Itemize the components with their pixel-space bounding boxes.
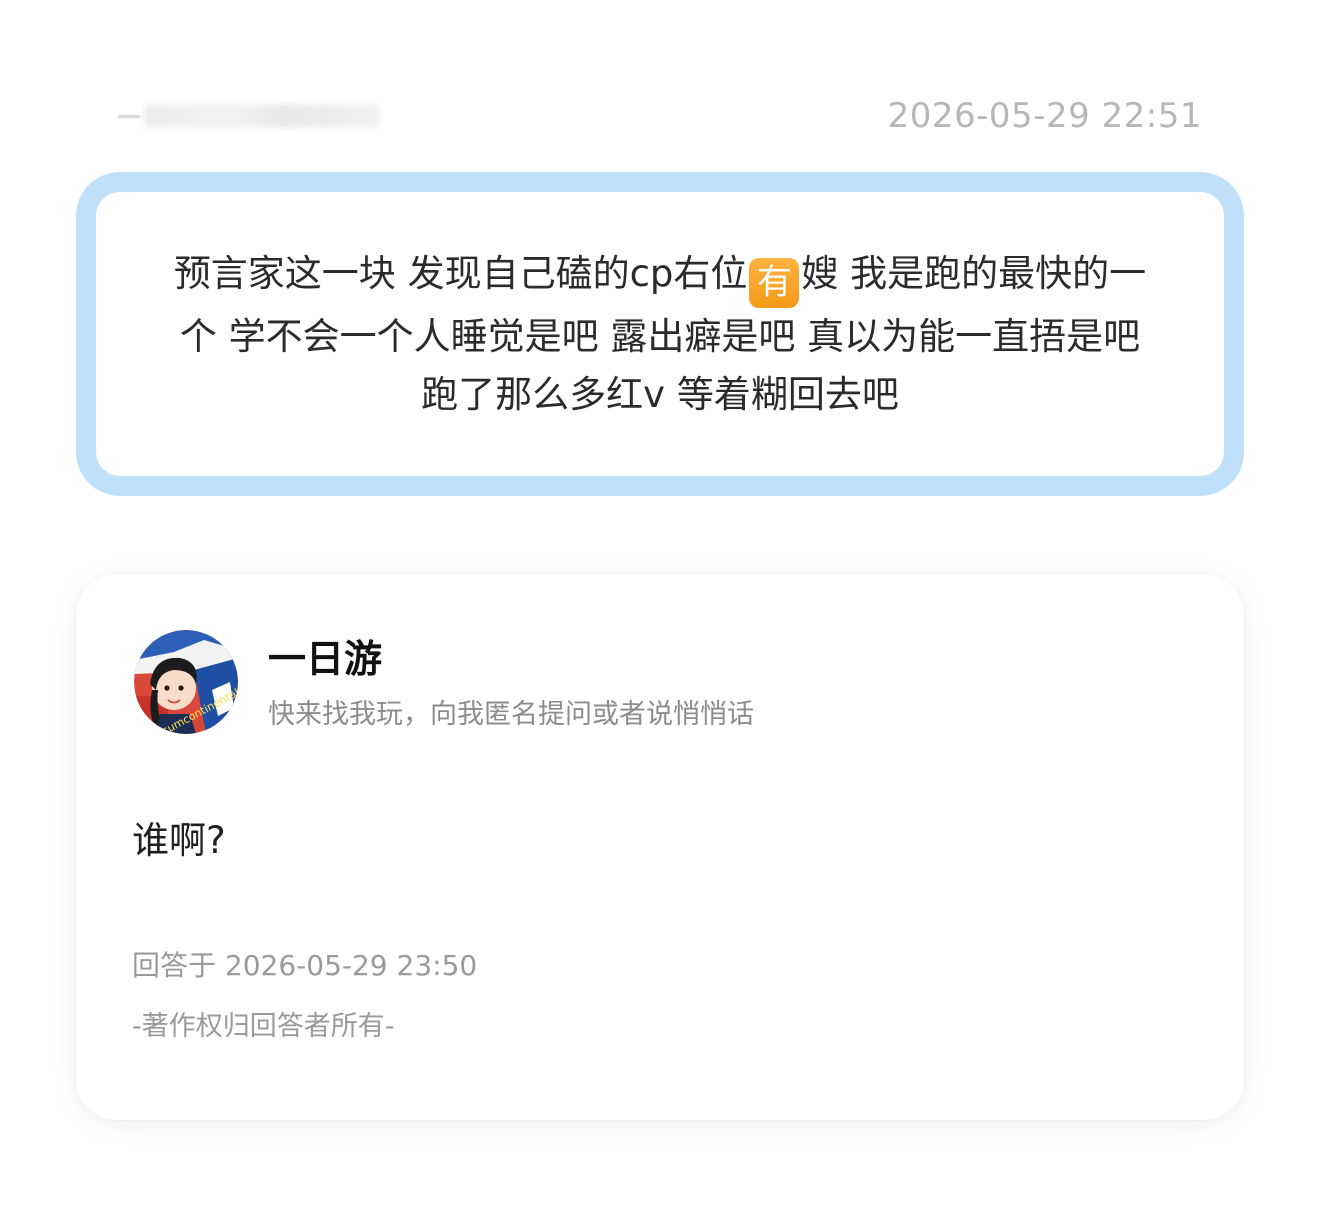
- question-header: 2026-05-29 22:51: [118, 92, 1202, 142]
- answer-card: Circumcontinental 一日游 快来找我玩，向我匿名提问或者说悄悄话…: [76, 574, 1244, 1120]
- you-emoji-badge: 有: [749, 257, 800, 308]
- user-name[interactable]: 一日游: [268, 636, 382, 682]
- user-bio: 快来找我玩，向我匿名提问或者说悄悄话: [268, 699, 754, 730]
- answer-time: 回答于 2026-05-29 23:50: [132, 949, 478, 982]
- qa-share-page: 2026-05-29 22:51 预言家这一块 发现自己磕的cp右位有嫂 我是跑…: [0, 0, 1320, 1212]
- avatar-image: Circumcontinental: [134, 630, 238, 734]
- question-time: 2026-05-29 22:51: [887, 96, 1202, 136]
- blurred-source-label: [118, 102, 386, 130]
- copyright-notice: -著作权归回答者所有-: [132, 1011, 395, 1042]
- blurred-text: [144, 104, 380, 128]
- question-bubble: 预言家这一块 发现自己磕的cp右位有嫂 我是跑的最快的一个 学不会一个人睡觉是吧…: [76, 172, 1244, 496]
- question-text-part1: 预言家这一块 发现自己磕的cp右位: [173, 251, 748, 295]
- answer-text: 谁啊?: [132, 819, 226, 862]
- question-text: 预言家这一块 发现自己磕的cp右位有嫂 我是跑的最快的一个 学不会一个人睡觉是吧…: [160, 245, 1160, 424]
- blurred-dash: [118, 114, 140, 118]
- avatar[interactable]: Circumcontinental: [134, 630, 238, 734]
